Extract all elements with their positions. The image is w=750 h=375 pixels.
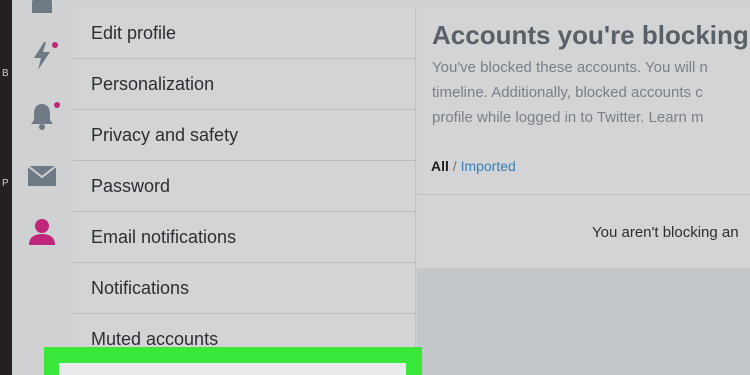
menu-item-personalization[interactable]: Personalization — [73, 59, 416, 110]
filter-separator: / — [452, 158, 457, 174]
description-line: You've blocked these accounts. You will … — [432, 59, 708, 76]
bell-icon[interactable] — [26, 100, 60, 132]
divider — [417, 194, 750, 195]
notification-dot — [54, 102, 60, 108]
edge-letter: B — [2, 68, 9, 79]
icon-rail — [12, 0, 72, 375]
profile-icon[interactable] — [26, 216, 58, 248]
description-line: profile while logged in to Twitter. Lear… — [432, 109, 704, 126]
blocked-accounts-panel: Accounts you're blocking You've blocked … — [417, 8, 750, 375]
lightning-icon[interactable] — [26, 40, 58, 72]
filter-imported-link[interactable]: Imported — [461, 158, 516, 174]
left-window-edge: B P — [0, 0, 12, 375]
page-title: Accounts you're blocking — [432, 20, 749, 50]
menu-item-privacy-and-safety[interactable]: Privacy and safety — [73, 110, 416, 161]
menu-item-password[interactable]: Password — [73, 161, 416, 212]
settings-menu: Edit profile Personalization Privacy and… — [73, 8, 416, 375]
highlight-box — [44, 347, 422, 375]
mail-icon[interactable] — [26, 160, 58, 192]
description-line: timeline. Additionally, blocked accounts… — [432, 84, 703, 101]
blocked-accounts-header: Accounts you're blocking You've blocked … — [417, 8, 750, 268]
highlighted-menu-item[interactable] — [59, 363, 406, 375]
menu-item-email-notifications[interactable]: Email notifications — [73, 212, 416, 263]
empty-state-message: You aren't blocking an — [592, 224, 739, 241]
block-filter: All / Imported — [431, 158, 516, 174]
filter-all[interactable]: All — [431, 158, 449, 174]
notification-dot — [52, 42, 58, 48]
home-icon[interactable] — [26, 0, 58, 18]
menu-item-edit-profile[interactable]: Edit profile — [73, 8, 416, 59]
menu-item-notifications[interactable]: Notifications — [73, 263, 416, 314]
settings-app: Edit profile Personalization Privacy and… — [12, 0, 750, 375]
edge-letter: P — [2, 178, 9, 189]
